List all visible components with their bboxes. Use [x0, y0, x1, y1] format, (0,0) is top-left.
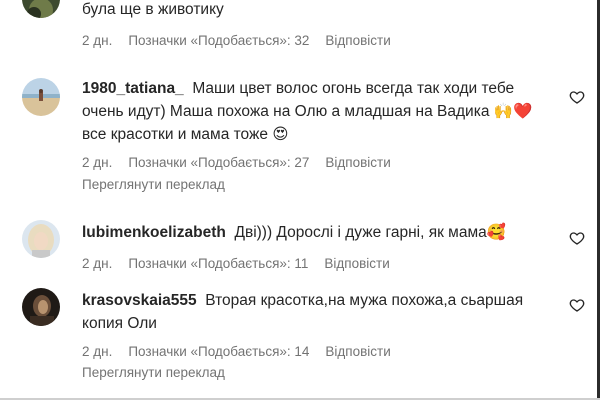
comment-time: 2 дн. [82, 256, 113, 271]
like-heart-icon[interactable] [569, 297, 585, 313]
comment-item: була ще в животику 2 дн. Позначки «Подоба… [0, 0, 597, 60]
avatar[interactable] [22, 78, 60, 116]
likes-count[interactable]: Позначки «Подобається»: 11 [128, 255, 308, 273]
reply-button[interactable]: Відповісти [325, 343, 390, 361]
comment-time: 2 дн. [82, 33, 113, 48]
reply-button[interactable]: Відповісти [325, 32, 390, 50]
comment-username[interactable]: krasovskaia555 [82, 292, 197, 309]
see-translation-button[interactable]: Переглянути переклад [82, 364, 225, 382]
avatar[interactable] [22, 220, 60, 258]
comment-username[interactable]: 1980_tatiana_ [82, 80, 184, 97]
comment-text: lubimenkoelizabeth Дві))) Дорослі і дуже… [82, 221, 552, 244]
comment-meta: 2 дн. Позначки «Подобається»: 11 Відповіст… [82, 255, 390, 273]
comment-meta: 2 дн. Позначки «Подобається»: 32 Відповіст… [82, 32, 391, 50]
comment-body: була ще в животику [82, 1, 224, 18]
comment-meta: 2 дн. Позначки «Подобається»: 27 Відповіст… [82, 154, 391, 172]
see-translation-button[interactable]: Переглянути переклад [82, 176, 225, 194]
comment-body: Дві))) Дорослі і дуже гарні, як мама🥰 [234, 224, 507, 241]
likes-count[interactable]: Позначки «Подобається»: 14 [128, 343, 309, 361]
comment-time: 2 дн. [82, 344, 113, 359]
comment-time: 2 дн. [82, 155, 113, 170]
reply-button[interactable]: Відповісти [325, 154, 390, 172]
avatar[interactable] [22, 0, 60, 18]
comment-item: lubimenkoelizabeth Дві))) Дорослі і дуже… [0, 218, 597, 278]
comment-meta: 2 дн. Позначки «Подобається»: 14 Відповіст… [82, 343, 391, 361]
comment-text: krasovskaia555 Вторая красотка,на мужа п… [82, 289, 552, 335]
like-heart-icon[interactable] [569, 230, 585, 246]
comment-text: 1980_tatiana_ Маши цвет волос огонь всег… [82, 77, 552, 146]
comment-item: krasovskaia555 Вторая красотка,на мужа п… [0, 286, 597, 398]
likes-count[interactable]: Позначки «Подобається»: 27 [128, 154, 309, 172]
comment-text: була ще в животику [82, 0, 552, 21]
reply-button[interactable]: Відповісти [324, 255, 389, 273]
avatar[interactable] [22, 288, 60, 326]
comment-item: 1980_tatiana_ Маши цвет волос огонь всег… [0, 74, 597, 198]
likes-count[interactable]: Позначки «Подобається»: 32 [128, 32, 309, 50]
comment-username[interactable]: lubimenkoelizabeth [82, 224, 226, 241]
like-heart-icon[interactable] [569, 89, 585, 105]
